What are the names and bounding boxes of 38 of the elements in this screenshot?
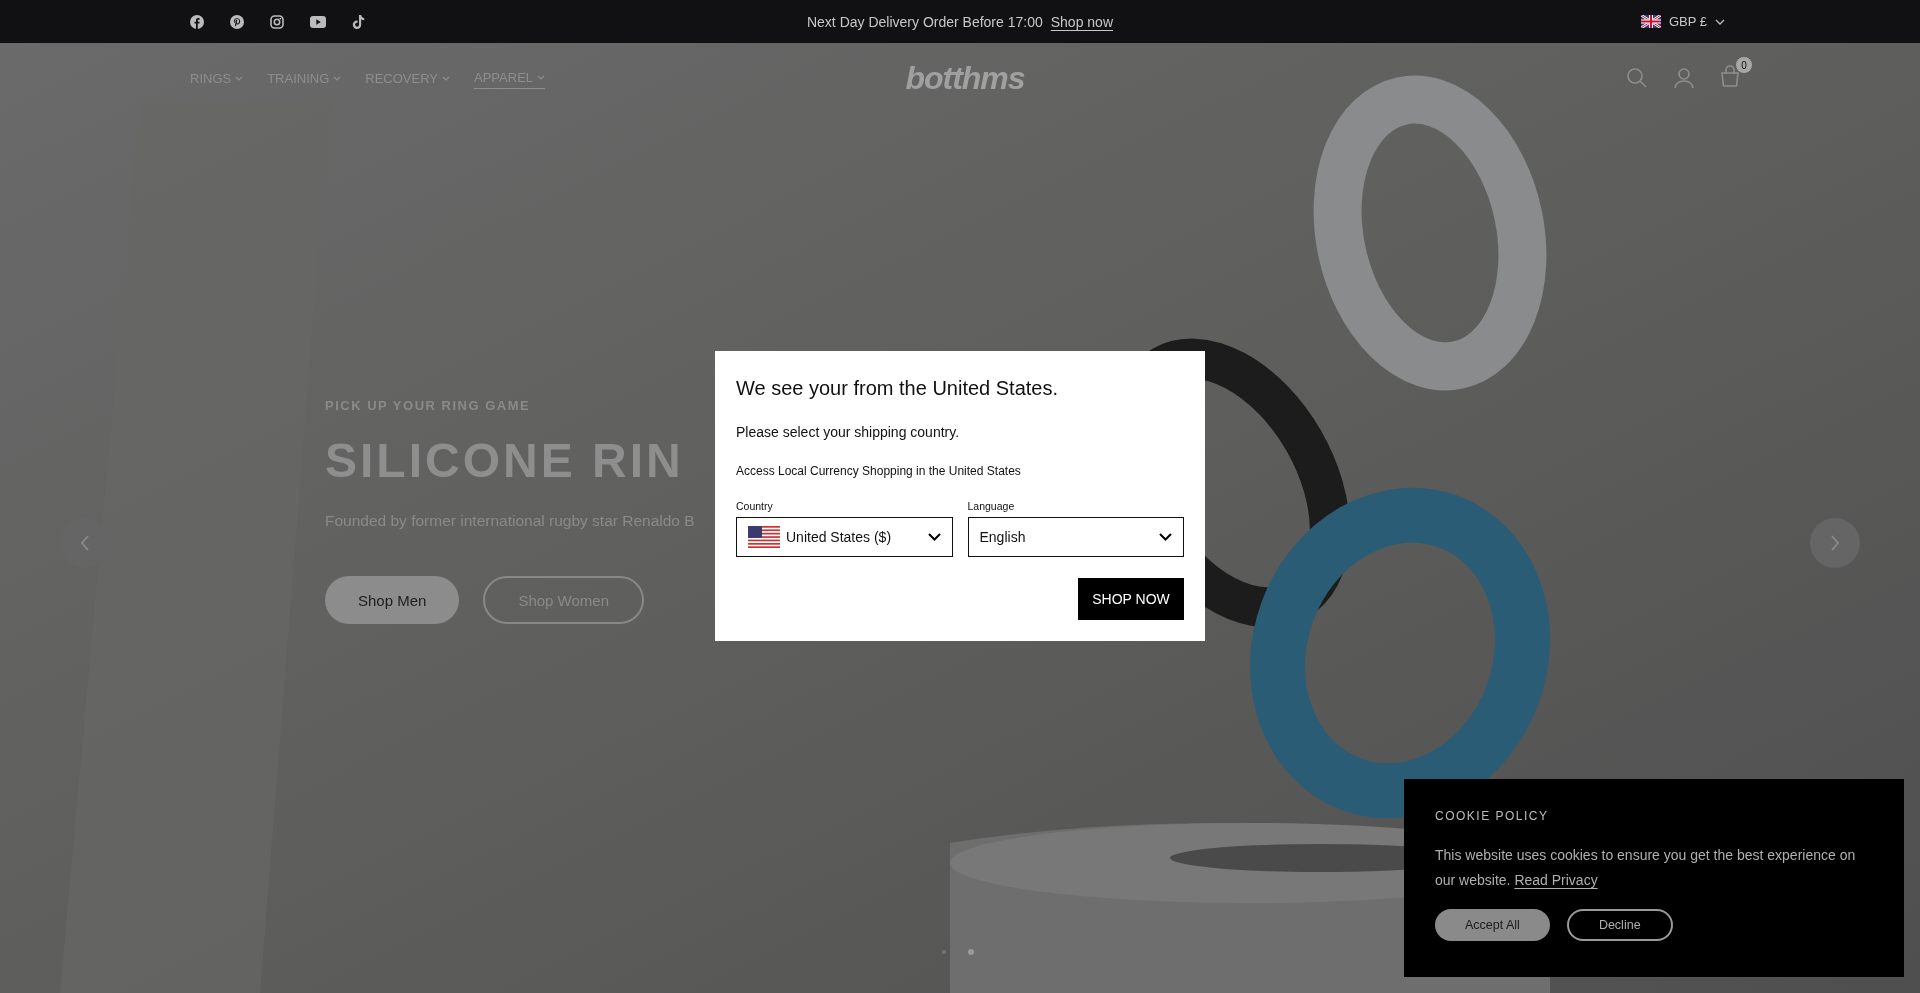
dialog-subtitle: Please select your shipping country.	[736, 424, 961, 440]
chevron-down-icon	[1159, 533, 1172, 541]
read-privacy-link[interactable]: Read Privacy	[1514, 872, 1598, 888]
currency-selector[interactable]: GBP £	[1640, 14, 1725, 29]
shop-now-button[interactable]: SHOP NOW	[1078, 578, 1184, 620]
field-label: Language	[967, 500, 1016, 512]
search-icon[interactable]	[1626, 67, 1648, 89]
cookie-text: This website uses cookies to ensure you get the best experience on our website. Read Privacy	[1435, 846, 1857, 890]
slide-dot[interactable]	[942, 950, 946, 954]
cookie-title: COOKIE POLICY	[1435, 809, 1550, 823]
decline-button[interactable]: Decline	[1566, 909, 1673, 941]
facebook-icon[interactable]	[190, 14, 204, 29]
chevron-down-icon	[927, 533, 941, 541]
chevron-down-icon	[235, 75, 244, 81]
tiktok-icon[interactable]	[352, 14, 365, 29]
chevron-down-icon	[1715, 18, 1725, 25]
accept-all-button[interactable]: Accept All	[1435, 909, 1550, 941]
instagram-icon[interactable]	[270, 14, 284, 29]
language-select[interactable]: English	[967, 517, 1184, 557]
shop-now-link[interactable]: Shop now	[1050, 13, 1113, 30]
field-label: Country	[736, 500, 774, 512]
flag-icon	[748, 526, 780, 548]
dialog-note: Access Local Currency Shopping in the United States	[736, 464, 1022, 478]
slide-dot[interactable]	[968, 949, 974, 955]
chevron-down-icon	[442, 75, 451, 81]
dialog-title: We see your from the United States.	[736, 377, 1059, 400]
announcement-text: Next Day Delivery Order Before 17:00	[806, 13, 1043, 30]
pinterest-icon[interactable]	[230, 14, 244, 29]
chevron-right-icon	[1830, 535, 1840, 551]
bag-icon[interactable]	[1720, 65, 1740, 87]
shop-men-button[interactable]: Shop Men	[325, 576, 460, 624]
chevron-down-icon	[537, 75, 546, 80]
chevron-down-icon	[333, 75, 342, 81]
country-select[interactable]: United States ($)	[736, 517, 953, 557]
account-icon[interactable]	[1674, 67, 1694, 89]
chevron-left-icon	[80, 535, 90, 551]
youtube-icon[interactable]	[310, 15, 326, 28]
flag-icon	[1640, 15, 1661, 28]
